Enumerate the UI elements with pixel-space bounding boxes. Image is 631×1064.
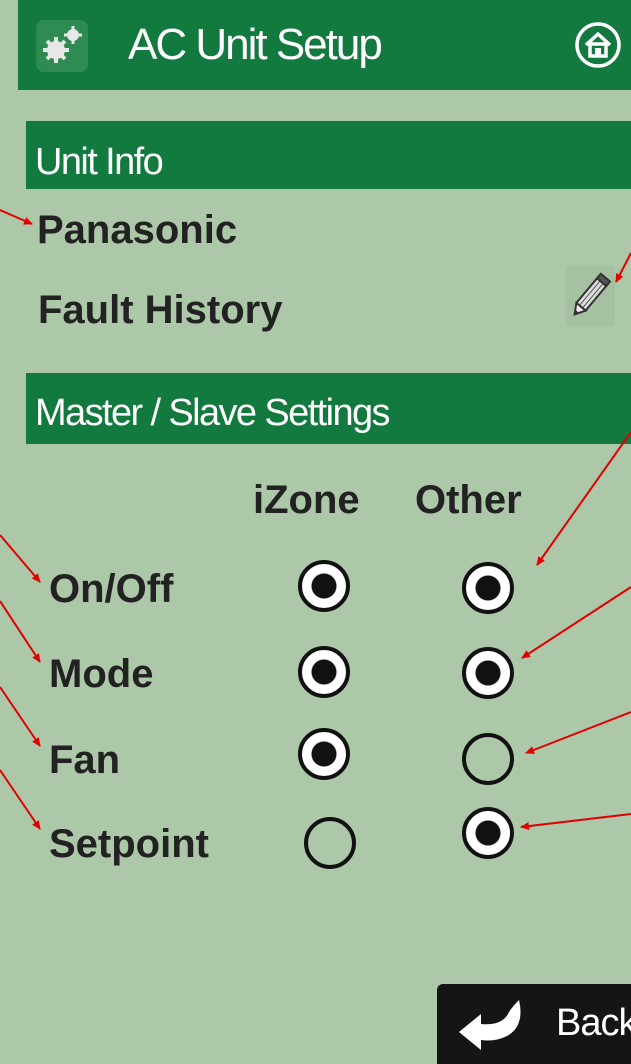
annotation-arrow-setpoint-label <box>0 769 41 830</box>
return-arrow-icon <box>459 1000 521 1050</box>
column-header-izone: iZone <box>253 478 360 522</box>
annotation-arrow-brand <box>0 209 33 225</box>
annotation-arrow-on-off-other <box>536 431 631 566</box>
annotation-arrow-edit <box>615 252 631 283</box>
radio-fan-izone[interactable] <box>298 728 350 780</box>
radio-setpoint-izone[interactable] <box>304 817 356 869</box>
radio-on-off-other[interactable] <box>462 562 514 614</box>
gears-icon <box>36 20 88 72</box>
annotation-arrow-fan-label <box>0 686 41 747</box>
annotation-arrow-fan-other <box>525 711 631 754</box>
annotation-arrow-on-off-label <box>0 534 41 583</box>
edit-button[interactable] <box>565 266 615 326</box>
unit-info-title: Unit Info <box>35 141 164 183</box>
row-label-on-off: On/Off <box>49 567 174 611</box>
page-title: AC Unit Setup <box>128 20 383 69</box>
radio-setpoint-other[interactable] <box>462 807 514 859</box>
back-button[interactable]: Back <box>437 984 631 1064</box>
row-label-mode: Mode <box>49 652 154 696</box>
fault-history-link[interactable]: Fault History <box>38 288 282 333</box>
annotation-arrow-setpoint-other <box>520 813 631 831</box>
unit-info-section-header: Unit Info <box>26 121 631 189</box>
unit-brand: Panasonic <box>37 208 238 252</box>
radio-fan-other[interactable] <box>462 733 514 785</box>
app-header: AC Unit Setup <box>18 0 631 90</box>
pencil-icon <box>573 272 612 316</box>
home-icon[interactable] <box>574 21 622 69</box>
master-slave-title: Master / Slave Settings <box>35 392 391 434</box>
row-label-setpoint: Setpoint <box>49 822 209 866</box>
back-label: Back <box>556 1002 631 1044</box>
radio-mode-izone[interactable] <box>298 646 350 698</box>
annotation-arrow-mode-other <box>521 586 631 659</box>
master-slave-section-header: Master / Slave Settings <box>26 373 631 444</box>
column-header-other: Other <box>415 478 522 522</box>
annotation-arrow-mode-label <box>0 600 41 663</box>
row-label-fan: Fan <box>49 738 121 782</box>
radio-mode-other[interactable] <box>462 647 514 699</box>
radio-on-off-izone[interactable] <box>298 560 350 612</box>
